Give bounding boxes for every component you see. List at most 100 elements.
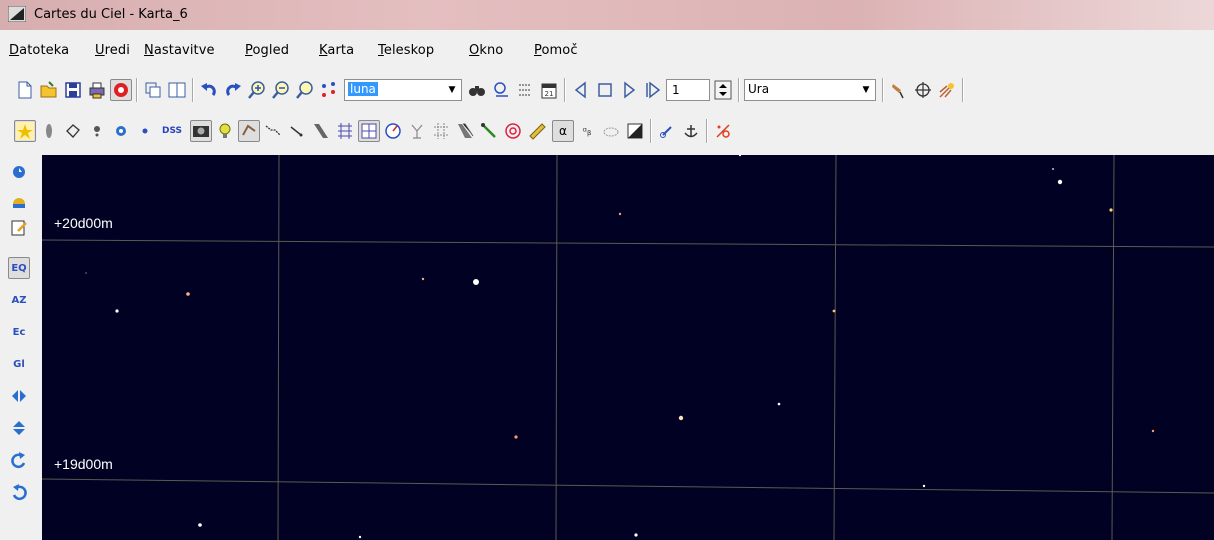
camera-image-icon[interactable] xyxy=(190,120,212,142)
fast-forward-icon[interactable] xyxy=(642,79,664,101)
menu-teleskop[interactable]: Teleskop xyxy=(378,43,434,58)
star[interactable] xyxy=(618,212,622,216)
remove-labels-icon[interactable] xyxy=(712,120,734,142)
step-back-icon[interactable] xyxy=(570,79,592,101)
star[interactable] xyxy=(514,435,518,439)
ecliptic-coords-button[interactable]: Ec xyxy=(8,321,30,343)
stop-icon[interactable] xyxy=(594,79,616,101)
sky-chart-canvas[interactable]: +20d00m +19d00m xyxy=(42,155,1214,540)
compass-icon[interactable] xyxy=(382,120,404,142)
crosshair-target-icon[interactable] xyxy=(912,79,934,101)
star[interactable] xyxy=(1151,429,1155,433)
anchor-icon[interactable] xyxy=(680,120,702,142)
ecliptic-line-icon[interactable] xyxy=(310,120,332,142)
flip-vertical-icon[interactable] xyxy=(8,417,30,439)
star[interactable] xyxy=(832,309,836,313)
star[interactable] xyxy=(115,309,119,313)
star[interactable] xyxy=(1109,208,1113,212)
star[interactable] xyxy=(473,279,479,285)
time-step-field[interactable]: 1 xyxy=(666,79,710,101)
rotate-right-icon[interactable] xyxy=(8,449,30,471)
search-dots-icon[interactable] xyxy=(318,79,340,101)
daylight-sun-icon[interactable] xyxy=(110,79,132,101)
object-labels-icon[interactable]: ᵅᵦ xyxy=(576,120,598,142)
telescope-icon[interactable] xyxy=(888,79,910,101)
nebula-outline-icon[interactable] xyxy=(62,120,84,142)
star[interactable] xyxy=(1052,168,1054,170)
menu-uredi[interactable]: Uredi xyxy=(95,43,130,58)
galaxy-icon[interactable] xyxy=(110,120,132,142)
binoculars-find-icon[interactable] xyxy=(466,79,488,101)
refresh-globe-icon[interactable] xyxy=(8,161,30,183)
lightbulb-icon[interactable] xyxy=(214,120,236,142)
link-icon[interactable] xyxy=(656,120,678,142)
menu-datoteka[interactable]: Datoteka xyxy=(9,43,69,58)
star[interactable] xyxy=(777,402,781,406)
object-search-combo[interactable]: luna ▼ xyxy=(344,79,462,101)
flip-horizontal-icon[interactable] xyxy=(8,385,30,407)
target-circle-icon[interactable] xyxy=(502,120,524,142)
grid-icon[interactable] xyxy=(334,120,356,142)
star[interactable] xyxy=(1057,179,1063,185)
chevron-down-icon[interactable]: ▼ xyxy=(859,82,873,98)
night-vision-icon[interactable] xyxy=(624,120,646,142)
rotate-left-icon[interactable] xyxy=(8,481,30,503)
az-coords-button[interactable]: AZ xyxy=(8,289,30,311)
star[interactable] xyxy=(198,523,202,527)
sky-chart-svg xyxy=(42,155,1214,540)
comet-icon[interactable] xyxy=(936,79,958,101)
galactic-coords-button[interactable]: Gl xyxy=(8,353,30,375)
menu-pogled[interactable]: Pogled xyxy=(245,43,289,58)
menu-nastavitve[interactable]: Nastavitve xyxy=(144,43,215,58)
constellation-figures-icon[interactable] xyxy=(262,120,284,142)
star[interactable] xyxy=(738,155,742,157)
star[interactable] xyxy=(421,277,425,281)
edit-properties-icon[interactable] xyxy=(8,217,30,239)
horizon-line-icon[interactable] xyxy=(478,120,500,142)
eq-coords-button[interactable]: EQ xyxy=(8,257,30,279)
star[interactable] xyxy=(186,292,190,296)
undo-icon[interactable] xyxy=(198,79,220,101)
new-file-icon[interactable] xyxy=(14,79,36,101)
open-folder-icon[interactable] xyxy=(38,79,60,101)
zoom-fit-icon[interactable] xyxy=(294,79,316,101)
calendar-icon[interactable]: 21 xyxy=(538,79,560,101)
redo-icon[interactable] xyxy=(222,79,244,101)
star-labels-alpha-icon[interactable]: α xyxy=(552,120,574,142)
stars-toggle-icon[interactable] xyxy=(14,120,36,142)
milky-way-band-icon[interactable] xyxy=(454,120,476,142)
constellation-lines-icon[interactable] xyxy=(238,120,260,142)
constellation-names-icon[interactable] xyxy=(406,120,428,142)
star[interactable] xyxy=(634,533,638,537)
menu-pomoc[interactable]: Pomoč xyxy=(534,43,578,58)
ruler-measure-icon[interactable] xyxy=(526,120,548,142)
constellation-boundaries-icon[interactable] xyxy=(286,120,308,142)
save-icon[interactable] xyxy=(62,79,84,101)
star[interactable] xyxy=(678,415,684,421)
print-icon[interactable] xyxy=(86,79,108,101)
star[interactable] xyxy=(358,535,362,539)
time-unit-combo[interactable]: Ura ▼ xyxy=(744,79,876,101)
star[interactable] xyxy=(922,484,926,488)
menu-bar: Datoteka Uredi Nastavitve Pogled Karta T… xyxy=(0,39,1214,63)
star[interactable] xyxy=(85,272,87,274)
milky-way-icon[interactable] xyxy=(38,120,60,142)
zoom-in-icon[interactable] xyxy=(246,79,268,101)
zoom-out-icon[interactable] xyxy=(270,79,292,101)
menu-okno[interactable]: Okno xyxy=(469,43,503,58)
spin-updown-icon[interactable] xyxy=(712,79,734,101)
eq-grid-icon[interactable] xyxy=(358,120,380,142)
chevron-down-icon[interactable]: ▼ xyxy=(445,82,459,98)
split-window-icon[interactable] xyxy=(166,79,188,101)
object-list-icon[interactable] xyxy=(490,79,512,101)
planet-icon[interactable] xyxy=(86,120,108,142)
dss-button[interactable]: DSS xyxy=(158,120,186,142)
cloud-icon[interactable] xyxy=(600,120,622,142)
copy-window-icon[interactable] xyxy=(142,79,164,101)
step-forward-icon[interactable] xyxy=(618,79,640,101)
asterism-icon[interactable] xyxy=(430,120,452,142)
observatory-icon[interactable] xyxy=(8,189,30,211)
menu-karta[interactable]: Karta xyxy=(319,43,354,58)
details-list-icon[interactable] xyxy=(514,79,536,101)
asteroid-dot-icon[interactable] xyxy=(134,120,156,142)
